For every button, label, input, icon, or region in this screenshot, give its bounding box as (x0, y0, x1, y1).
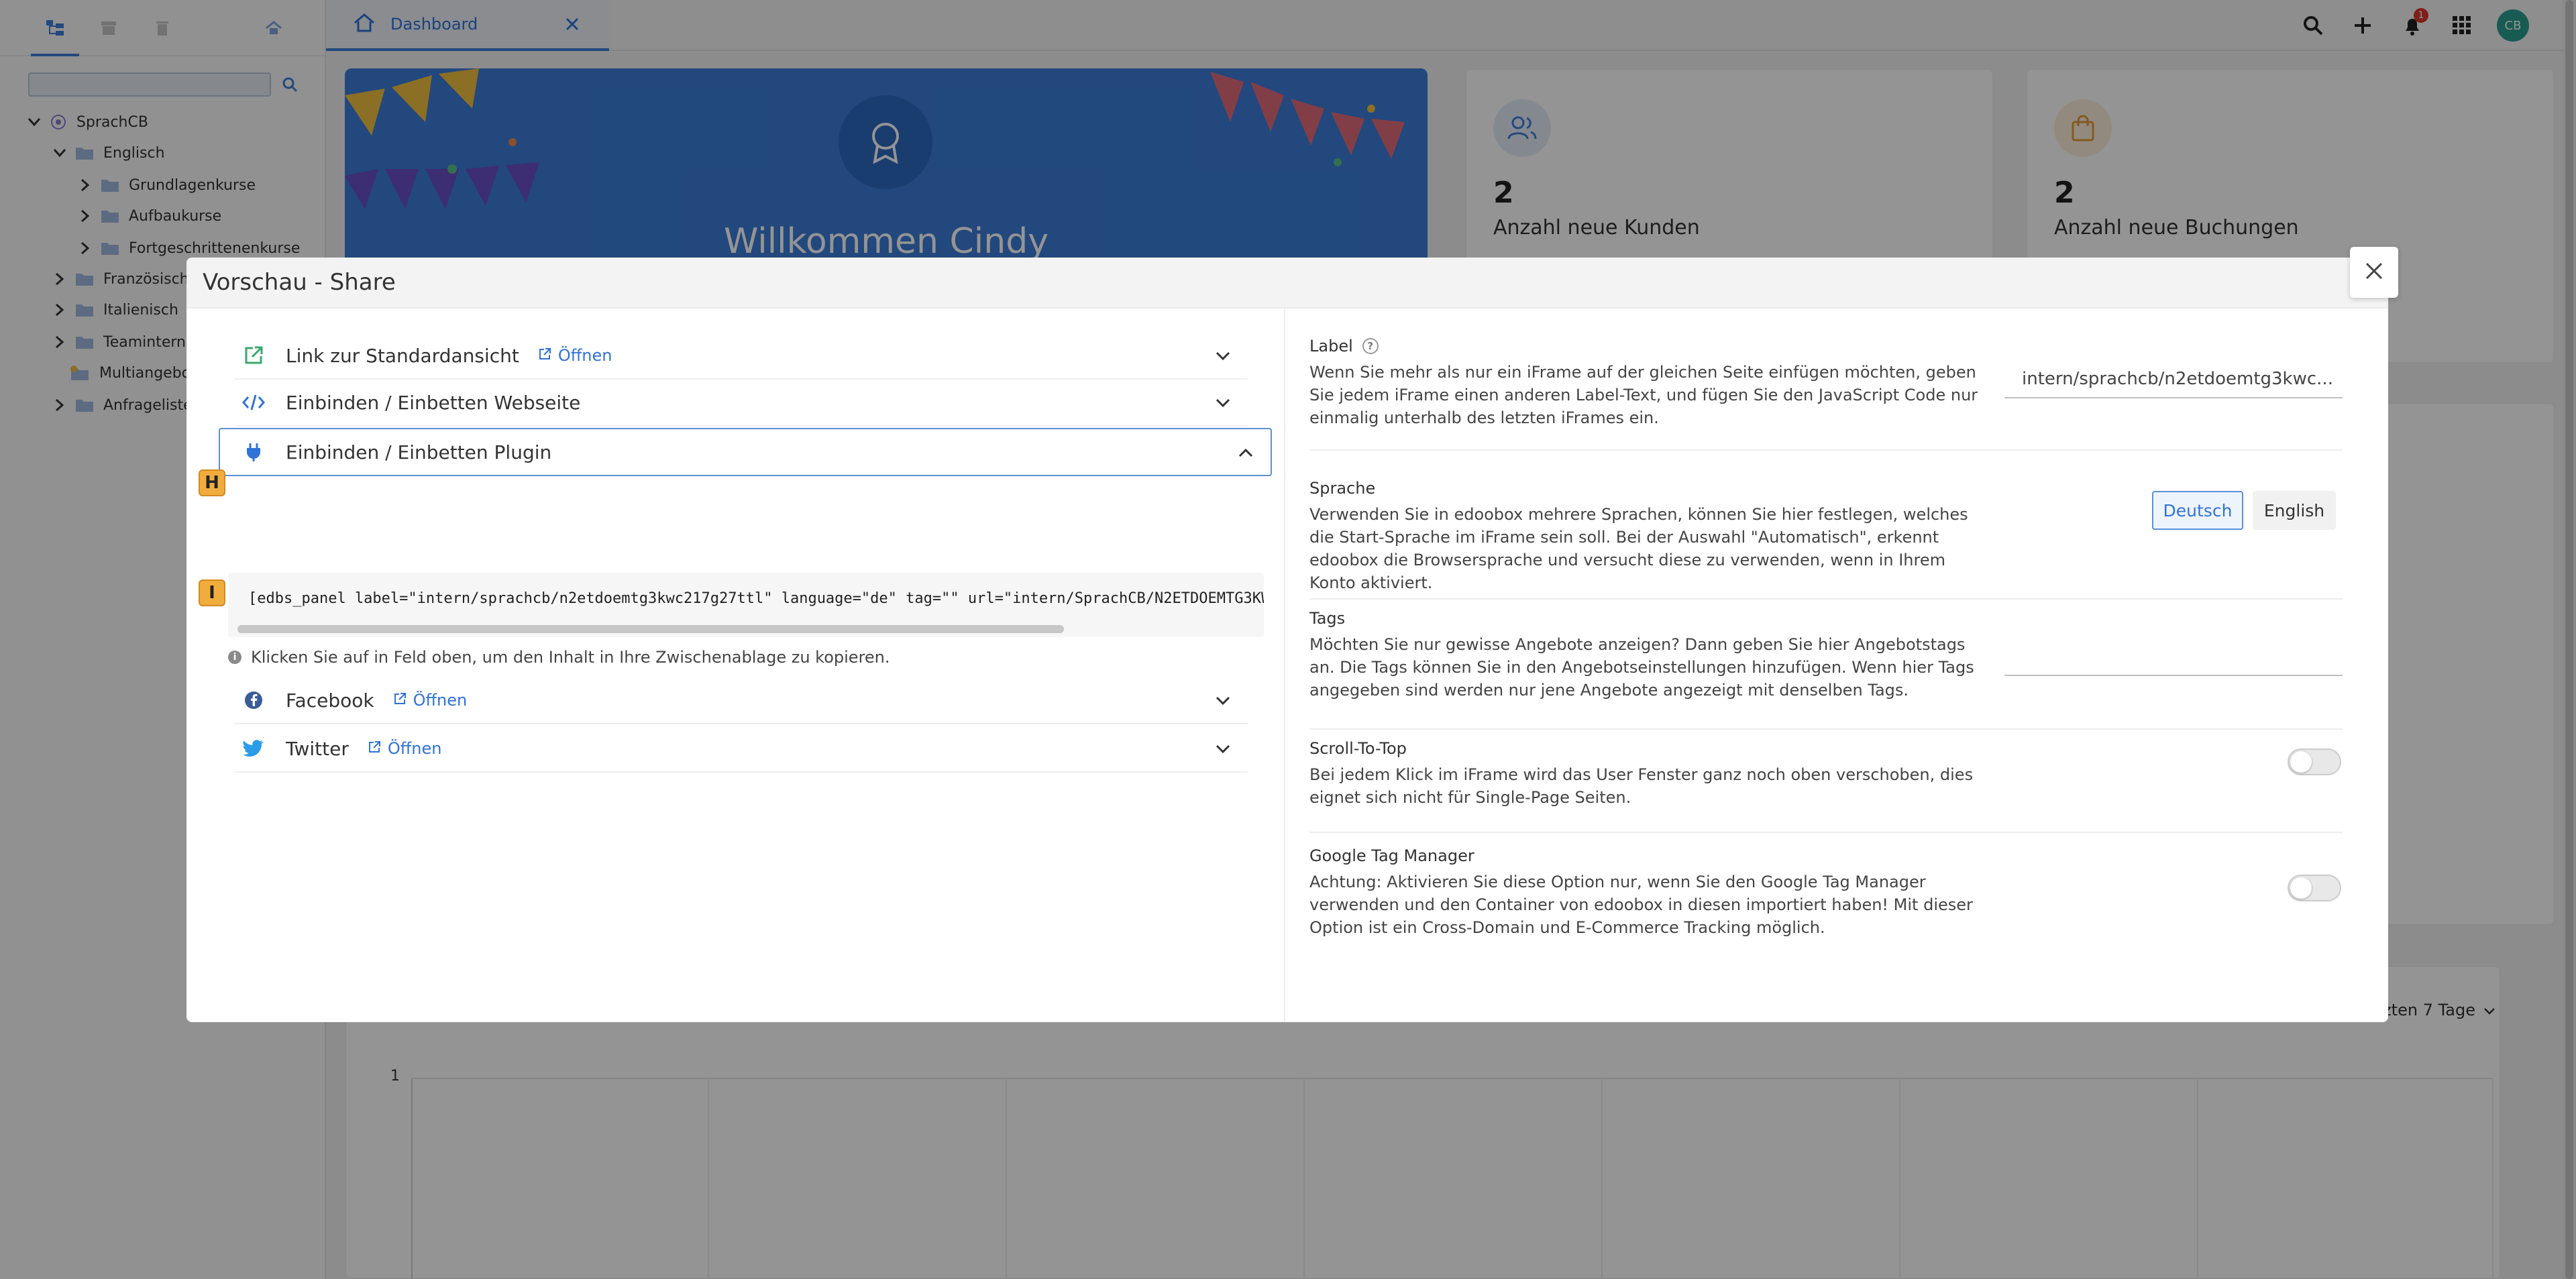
plug-icon (240, 439, 267, 465)
toggle-knob (2290, 751, 2312, 773)
chevron-down-icon[interactable] (1209, 687, 1237, 715)
accordion-twitter[interactable]: Twitter Öffnen (235, 726, 1248, 773)
setting-scroll-to-top: Scroll-To-Top Bei jedem Klick im iFrame … (1309, 739, 2343, 833)
accordion-title: Facebook (286, 689, 374, 712)
modal-header: Vorschau - Share (186, 258, 2388, 309)
open-link-label: Öffnen (557, 346, 612, 365)
accordion-facebook[interactable]: Facebook Öffnen (235, 677, 1248, 724)
accordion-embed-plugin[interactable]: Einbinden / Einbetten Plugin (219, 428, 1272, 476)
setting-description: Verwenden Sie in edoobox mehrere Sprache… (1309, 505, 1968, 592)
label-input[interactable] (2004, 361, 2343, 398)
embed-code-field[interactable]: [edbs_panel label="intern/sprachcb/n2etd… (228, 573, 1264, 637)
setting-title: Label (1309, 337, 1353, 355)
chevron-down-icon[interactable] (1209, 735, 1237, 763)
setting-language: Sprache Verwenden Sie in edoobox mehrere… (1309, 479, 2343, 600)
modal-title: Vorschau - Share (203, 269, 396, 296)
share-preview-modal: Vorschau - Share Link zur Standardansich… (186, 258, 2388, 1022)
modal-close-button[interactable] (2350, 247, 2398, 298)
scroll-to-top-toggle[interactable] (2288, 748, 2341, 775)
setting-google-tag-manager: Google Tag Manager Achtung: Aktivieren S… (1309, 846, 2343, 967)
open-link[interactable]: Öffnen (368, 739, 442, 758)
embed-code-text: [edbs_panel label="intern/sprachcb/n2etd… (248, 590, 1264, 607)
accordion-embed-website[interactable]: Einbinden / Einbetten Webseite (235, 380, 1248, 427)
info-icon: i (228, 651, 241, 664)
share-options-column: Link zur Standardansicht Öffnen Einbinde… (186, 309, 1284, 1022)
external-link-icon (538, 346, 551, 365)
chevron-up-icon[interactable] (1232, 439, 1260, 467)
open-link[interactable]: Öffnen (538, 346, 612, 365)
copy-hint: i Klicken Sie auf in Feld oben, um den I… (228, 648, 890, 667)
setting-label: Label ? Wenn Sie mehr als nur ein iFrame… (1309, 337, 2343, 451)
setting-tags: Tags Möchten Sie nur gewisse Angebote an… (1309, 609, 2343, 730)
external-link-icon (240, 342, 267, 369)
gtm-toggle[interactable] (2288, 875, 2341, 901)
marker-i: I (199, 579, 225, 606)
close-icon (2364, 261, 2384, 284)
setting-title: Scroll-To-Top (1309, 739, 1407, 758)
marker-h: H (199, 469, 225, 496)
toggle-knob (2290, 877, 2312, 899)
setting-title: Google Tag Manager (1309, 846, 1474, 865)
chevron-down-icon[interactable] (1209, 389, 1237, 417)
open-link-label: Öffnen (387, 739, 442, 758)
accordion-standard-link[interactable]: Link zur Standardansicht Öffnen (235, 333, 1248, 380)
accordion-title: Einbinden / Einbetten Plugin (286, 441, 552, 463)
tags-input[interactable] (2004, 638, 2343, 676)
external-link-icon (368, 739, 381, 758)
setting-description: Achtung: Aktivieren Sie diese Option nur… (1309, 873, 1973, 937)
accordion-title: Twitter (286, 737, 349, 760)
setting-description: Bei jedem Klick im iFrame wird das User … (1309, 765, 1974, 807)
copy-hint-text: Klicken Sie auf in Feld oben, um den Inh… (251, 648, 890, 667)
language-option-deutsch[interactable]: Deutsch (2152, 491, 2243, 530)
facebook-icon (240, 687, 267, 714)
open-link-label: Öffnen (413, 691, 468, 710)
setting-description: Möchten Sie nur gewisse Angebote anzeige… (1309, 635, 1974, 700)
chevron-down-icon[interactable] (1209, 342, 1237, 370)
code-icon (240, 389, 267, 416)
setting-title: Sprache (1309, 479, 1376, 498)
accordion-title: Einbinden / Einbetten Webseite (286, 391, 581, 414)
plugin-settings-column: Label ? Wenn Sie mehr als nur ein iFrame… (1284, 309, 2388, 1022)
setting-description: Wenn Sie mehr als nur ein iFrame auf der… (1309, 363, 1978, 427)
twitter-icon (240, 735, 267, 762)
setting-title: Tags (1309, 609, 1346, 628)
code-scrollbar-thumb[interactable] (237, 625, 1064, 633)
language-option-english[interactable]: English (2253, 491, 2336, 530)
external-link-icon (393, 691, 407, 710)
help-icon[interactable]: ? (1362, 338, 1379, 354)
open-link[interactable]: Öffnen (393, 691, 468, 710)
accordion-title: Link zur Standardansicht (286, 344, 519, 367)
